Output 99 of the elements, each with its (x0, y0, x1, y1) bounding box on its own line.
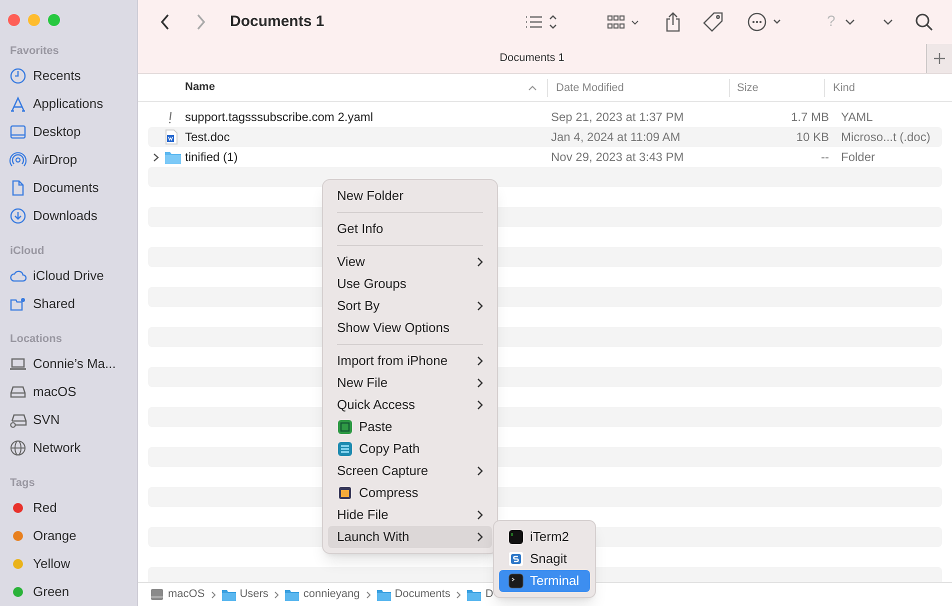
folder-icon (376, 588, 391, 600)
folder-icon (285, 588, 300, 600)
sidebar-item[interactable]: Network (33, 438, 81, 458)
path-separator (210, 590, 216, 598)
sidebar-item[interactable]: AirDrop (33, 150, 78, 170)
kind-cell-text: Folder (841, 149, 876, 166)
date-cell-text: Sep 21, 2023 at 1:37 PM (551, 109, 685, 126)
disclosure-icon[interactable] (153, 152, 159, 162)
path-item[interactable]: macOS (168, 586, 205, 603)
sidebar-item[interactable]: Green (33, 582, 70, 602)
kind-cell-text: YAML (841, 109, 873, 126)
path-separator (366, 590, 371, 598)
menu-item[interactable]: iTerm2 (499, 526, 590, 548)
menu-item[interactable]: Hide File (328, 504, 492, 526)
clock-icon (9, 67, 27, 85)
grid-view-icon[interactable] (607, 14, 639, 30)
path-item[interactable]: connieyang (303, 586, 360, 603)
tag-icon[interactable] (703, 12, 723, 32)
sidebar-item[interactable]: SVN (33, 410, 60, 430)
menu-item[interactable]: Import from iPhone (328, 350, 492, 372)
folder-icon (467, 588, 482, 600)
airdrop-icon (9, 151, 27, 169)
caret-icon[interactable] (883, 18, 894, 26)
search-icon[interactable] (915, 13, 934, 31)
menu-item[interactable]: View (328, 251, 492, 273)
file-name[interactable]: support.tagsssubscribe.com 2.yaml (185, 108, 551, 126)
sidebar-item[interactable]: Connie’s Ma... (33, 354, 116, 374)
s-letter-app-icon (508, 551, 524, 567)
list-view-icon[interactable] (525, 14, 557, 30)
sidebar-item[interactable]: Orange (33, 526, 76, 546)
table-row[interactable]: tinified (1) Nov 29, 2023 at 3:43 PM -- Folder (148, 147, 942, 167)
clipboard-app-icon (337, 419, 353, 435)
sidebar-item[interactable]: Applications (33, 94, 104, 114)
more-icon[interactable] (747, 12, 783, 32)
download-icon (9, 207, 27, 225)
menu-item[interactable]: Compress (328, 482, 492, 504)
menu-item[interactable]: Get Info (328, 218, 492, 240)
new-tab-button[interactable] (926, 44, 952, 73)
menu-item[interactable]: Sort By (328, 295, 492, 317)
folder-icon (222, 588, 236, 600)
path-separator (456, 590, 462, 598)
section-heading: iCloud (9, 244, 46, 259)
path-item[interactable]: Documents (394, 586, 450, 603)
section-heading: Tags (9, 476, 36, 491)
window-title: Documents 1 (230, 12, 326, 32)
menu-item[interactable]: Copy Path (328, 438, 492, 460)
sidebar-item[interactable]: Yellow (33, 554, 70, 574)
menu-item[interactable]: Paste (328, 416, 492, 438)
terminal-app-icon (508, 529, 524, 545)
file-name[interactable]: tinified (1) (185, 148, 551, 166)
caret-icon[interactable] (845, 18, 856, 26)
path-item[interactable]: Users (240, 586, 268, 603)
date-cell-text: Nov 29, 2023 at 3:43 PM (551, 149, 685, 166)
menu-item[interactable]: New Folder (328, 185, 492, 207)
path-separator (274, 590, 280, 598)
word-document-icon (164, 129, 178, 145)
sort-ascending-icon[interactable] (528, 84, 537, 90)
shared-folder-icon (9, 295, 27, 313)
column-header[interactable]: Name (138, 79, 528, 96)
menu-item[interactable]: New File (328, 372, 492, 394)
stacked-bars-icon (337, 441, 353, 457)
back-icon[interactable] (160, 14, 170, 30)
column-header[interactable]: Date Modified (547, 78, 729, 96)
sidebar-item[interactable]: macOS (33, 382, 76, 402)
column-header[interactable]: Size (729, 78, 824, 96)
column-header[interactable]: Kind (824, 78, 944, 96)
archive-icon (337, 485, 353, 501)
section-heading: Locations (9, 332, 63, 347)
sidebar-item[interactable]: Desktop (33, 122, 81, 142)
sidebar-item[interactable]: Recents (33, 66, 81, 86)
globe-icon (9, 439, 27, 457)
drive-icon (150, 588, 164, 601)
desktop-icon (9, 123, 27, 141)
sidebar-item[interactable]: Red (33, 498, 57, 518)
sidebar-item[interactable]: Downloads (33, 206, 98, 226)
menu-item[interactable]: Snagit (499, 548, 590, 570)
table-row[interactable]: support.tagsssubscribe.com 2.yaml Sep 21, 2023 at 1:37 PM 1.7 MB YAML (148, 107, 942, 127)
size-cell-text: 1.7 MB (790, 109, 829, 126)
menu-item[interactable]: Screen Capture (328, 460, 492, 482)
menu-item[interactable]: Quick Access (328, 394, 492, 416)
table-row[interactable]: Test.doc Jan 4, 2024 at 11:09 AM 10 KB Microso...t (.doc) (148, 127, 942, 147)
date-cell-text: Jan 4, 2024 at 11:09 AM (551, 129, 682, 146)
size-cell-text: -- (821, 149, 829, 166)
section-heading: Favorites (9, 44, 60, 59)
sidebar-item[interactable]: Shared (33, 294, 75, 314)
file-name[interactable]: Test.doc (185, 128, 551, 146)
kind-cell-text: Microso...t (.doc) (841, 129, 930, 146)
sidebar-item[interactable]: Documents (33, 178, 99, 198)
menu-item[interactable]: Show View Options (328, 317, 492, 339)
plus-icon (934, 53, 945, 64)
letter-a-icon (9, 95, 27, 113)
menu-item[interactable]: Launch With (328, 526, 492, 548)
folder-icon (164, 149, 182, 165)
path-item[interactable]: D (485, 586, 494, 603)
size-cell-text: 10 KB (796, 129, 829, 146)
menu-item[interactable]: Use Groups (328, 273, 492, 295)
terminal-app-icon (508, 573, 524, 589)
share-icon[interactable] (665, 12, 681, 32)
sidebar-item[interactable]: iCloud Drive (33, 266, 104, 286)
